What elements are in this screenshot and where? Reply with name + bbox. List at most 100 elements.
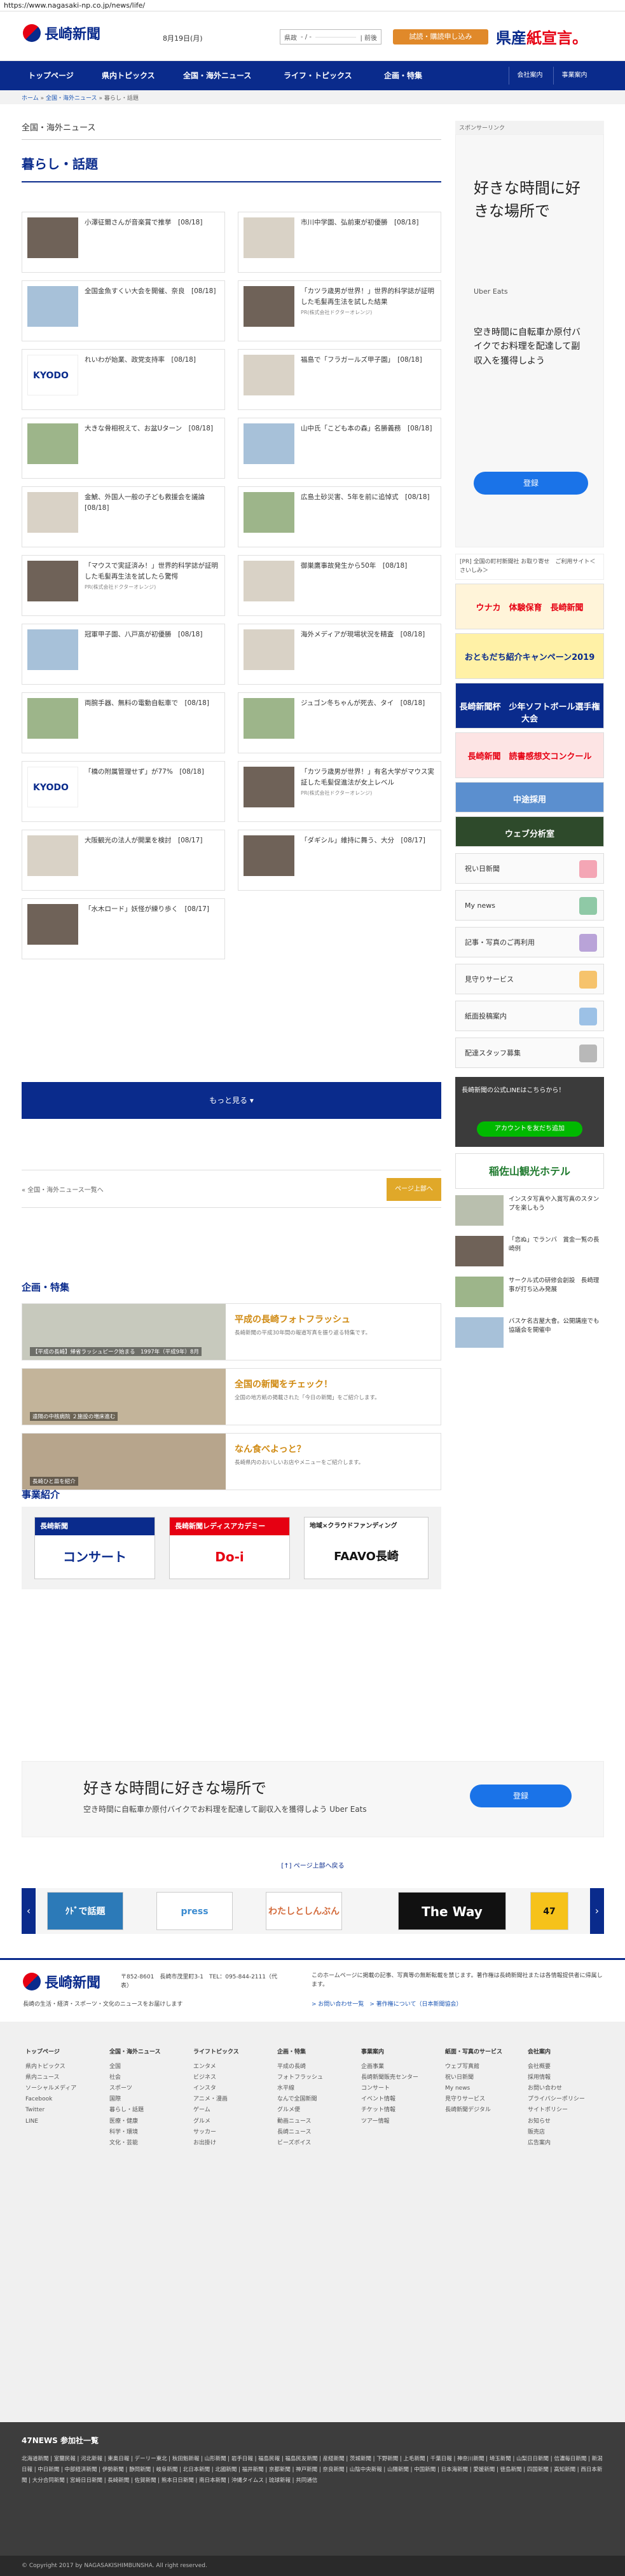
sitemap-link[interactable]: お問い合わせ [528, 2083, 607, 2094]
sitemap-link[interactable]: 祝い日新聞 [445, 2072, 524, 2083]
article-card[interactable]: れいわが始業、政党支持率 [08/18] [22, 349, 225, 410]
sitemap-heading[interactable]: 会社案内 [528, 2047, 607, 2058]
article-card[interactable]: 両腕手器、無料の電動自転車で [08/18] [22, 692, 225, 753]
sitemap-link[interactable]: ソーシャルメディア [25, 2083, 104, 2094]
sidebar-banner[interactable]: ウナカ 体験保育 長崎新聞 [455, 584, 604, 629]
breadcrumb-home[interactable]: ホーム [22, 95, 39, 102]
sitemap-link[interactable]: 医療・健康 [109, 2116, 188, 2127]
page-top-button[interactable]: ページ上部へ [387, 1178, 441, 1201]
sitemap-link[interactable]: 採用情報 [528, 2072, 607, 2083]
nav-business[interactable]: 事業案内 [553, 67, 595, 85]
article-card[interactable]: 「水木ロード」妖怪が練り歩く [08/17] [22, 898, 225, 959]
side-button-reuse[interactable]: 記事・写真のご再利用 [455, 927, 604, 957]
nav-life-topics[interactable]: ライフ・トピックス [284, 61, 352, 90]
article-card[interactable]: 御巣鷹事故発生から50年 [08/18] [238, 555, 441, 616]
article-card[interactable]: 冠軍甲子園、八戸高が初優勝 [08/18] [22, 624, 225, 685]
partner-banner[interactable]: 47 [530, 1892, 568, 1930]
side-button-celebration[interactable]: 祝い日新聞 [455, 853, 604, 884]
line-add-friend-button[interactable]: アカウントを友だち追加 [477, 1121, 582, 1137]
ad-register-button[interactable]: 登録 [474, 472, 588, 495]
sitemap-heading[interactable]: 紙面・写真のサービス [445, 2047, 524, 2058]
article-card[interactable]: 海外メディアが現場状況を精査 [08/18] [238, 624, 441, 685]
side-button-mynews[interactable]: My news [455, 890, 604, 921]
sitemap-link[interactable]: 文化・芸能 [109, 2138, 188, 2149]
sitemap-link[interactable]: 会社概要 [528, 2062, 607, 2072]
article-card[interactable]: 小澤征爾さんが音楽賞で推挙 [08/18] [22, 212, 225, 273]
hotel-banner[interactable]: 稲佐山観光ホテル [455, 1153, 604, 1189]
side-button-staff[interactable]: 配達スタッフ募集 [455, 1038, 604, 1068]
sitemap-link[interactable]: 見守りサービス [445, 2094, 524, 2105]
sitemap-link[interactable]: グルメ便 [277, 2105, 356, 2116]
sitemap-link[interactable]: ツアー情報 [361, 2116, 440, 2127]
sitemap-link[interactable]: 広告案内 [528, 2138, 607, 2149]
sidebar-banner[interactable]: ウェブ分析室 [455, 816, 604, 847]
sidebar-banner[interactable]: 中途採用 [455, 782, 604, 812]
sitemap-link[interactable]: お出掛け [193, 2138, 272, 2149]
footer-logo[interactable]: 長崎新聞 [23, 1971, 100, 1992]
breadcrumb-category[interactable]: 全国・海外ニュース [46, 95, 97, 102]
partner-banner[interactable]: わたしとしんぶん [266, 1892, 342, 1930]
nav-local-topics[interactable]: 県内トピックス [102, 61, 155, 90]
article-card[interactable]: 「マウスで実証済み！」世界的科学誌が証明した毛髪再生法を試したら驚愕 PR(株式会… [22, 555, 225, 616]
nav-national-news[interactable]: 全国・海外ニュース [183, 61, 251, 90]
sitemap-link[interactable]: 暮らし・話題 [109, 2105, 188, 2116]
sitemap-link[interactable]: 企画事業 [361, 2062, 440, 2072]
sitemap-link[interactable]: ウェブ写真館 [445, 2062, 524, 2072]
feature-card[interactable]: 長崎ひと皿を紹介 なん食べよっと？ 長崎県内のおいしいお店やメニューをご紹介しま… [22, 1433, 441, 1490]
nav-top[interactable]: トップページ [28, 61, 74, 90]
sitemap-link[interactable]: フォトフラッシュ [277, 2072, 356, 2083]
sitemap-link[interactable]: 科学・環境 [109, 2127, 188, 2138]
sitemap-link[interactable]: My news [445, 2083, 524, 2094]
trial-subscribe-button[interactable]: 試読・購読申し込み [393, 29, 488, 45]
sidebar-ad[interactable]: 好きな時間に好きな場所で Uber Eats 空き時間に自転車か原付バイクでお料… [455, 134, 604, 547]
partner-banner[interactable]: press [156, 1892, 233, 1930]
sitemap-link[interactable]: 販売店 [528, 2127, 607, 2138]
sitemap-link[interactable]: ゲーム [193, 2105, 272, 2116]
sidebar-banner[interactable]: おともだち紹介キャンペーン2019 [455, 633, 604, 679]
sitemap-link[interactable]: 長崎ニュース [277, 2127, 356, 2138]
sitemap-heading[interactable]: 全国・海外ニュース [109, 2047, 188, 2058]
business-card[interactable]: 長崎新聞 コンサート [34, 1517, 155, 1579]
search-button[interactable]: | 前後 [360, 32, 377, 42]
sitemap-link[interactable]: チケット情報 [361, 2105, 440, 2116]
sitemap-link[interactable]: 水平線 [277, 2083, 356, 2094]
sitemap-heading[interactable]: 事業案内 [361, 2047, 440, 2058]
sitemap-link[interactable]: アニメ・漫画 [193, 2094, 272, 2105]
business-card[interactable]: 長崎新聞レディスアカデミー Do-i [169, 1517, 290, 1579]
sitemap-link[interactable]: プライバシーポリシー [528, 2094, 607, 2105]
sidebar-banner[interactable]: 長崎新聞 読書感想文コンクール [455, 732, 604, 778]
sitemap-link[interactable]: インスタ [193, 2083, 272, 2094]
side-button-watch[interactable]: 見守りサービス [455, 964, 604, 994]
article-card[interactable]: 「橋の附属管理せず」が77% [08/18] [22, 761, 225, 822]
sitemap-link[interactable]: イベント情報 [361, 2094, 440, 2105]
article-card[interactable]: 「ダギシル」維持に舞う、大分 [08/17] [238, 830, 441, 891]
footer-links[interactable]: > お問い合わせ一覧 > 著作権について（日本新聞協会） [312, 1999, 462, 2008]
sitemap-link[interactable]: Twitter [25, 2105, 104, 2116]
side-list-item[interactable]: インスタ写真や入賞写真のスタンプを楽しもう [455, 1195, 604, 1230]
article-card[interactable]: 「カツラ歳男が世界！」世界的科学誌が証明した毛髪再生法を試した結果 PR(株式会社… [238, 280, 441, 341]
sitemap-link[interactable]: 長崎新聞販売センター [361, 2072, 440, 2083]
partner-banner[interactable]: The Way [398, 1892, 506, 1930]
sitemap-link[interactable]: 県内ニュース [25, 2072, 104, 2083]
sitemap-link[interactable]: スポーツ [109, 2083, 188, 2094]
nav-features[interactable]: 企画・特集 [384, 61, 422, 90]
sitemap-link[interactable]: コンサート [361, 2083, 440, 2094]
article-card[interactable]: 福島で「フラガールズ甲子園」 [08/18] [238, 349, 441, 410]
sitemap-link[interactable]: 平成の長崎 [277, 2062, 356, 2072]
sitemap-link[interactable]: グルメ [193, 2116, 272, 2127]
browser-url-bar[interactable]: https://www.nagasaki-np.co.jp/news/life/ [0, 0, 625, 11]
article-card[interactable]: 大阪観光の法人が開業を検討 [08/17] [22, 830, 225, 891]
bottom-ad-register-button[interactable]: 登録 [470, 1785, 572, 1807]
sitemap-link[interactable]: Facebook [25, 2094, 104, 2105]
sitemap-link[interactable]: ビジネス [193, 2072, 272, 2083]
sitemap-link[interactable]: 動画ニュース [277, 2116, 356, 2127]
partner-banner[interactable]: ｸﾄﾞで話題 [47, 1892, 123, 1930]
nav-company[interactable]: 会社案内 [509, 67, 551, 85]
sitemap-heading[interactable]: 企画・特集 [277, 2047, 356, 2058]
article-card[interactable]: ジュゴン冬ちゃんが死去、タイ [08/18] [238, 692, 441, 753]
back-to-list-link[interactable]: « 全国・海外ニュース一覧へ [22, 1184, 104, 1194]
sitemap-link[interactable]: サッカー [193, 2127, 272, 2138]
feature-card[interactable]: 【平成の長崎】帰省ラッシュピーク始まる 1997年（平成9年）8月 平成の長崎フ… [22, 1303, 441, 1360]
sitemap-link[interactable]: サイトポリシー [528, 2105, 607, 2116]
side-list-item[interactable]: バスケ名古屋大會。公開講座でも協議会を開催中 [455, 1317, 604, 1352]
